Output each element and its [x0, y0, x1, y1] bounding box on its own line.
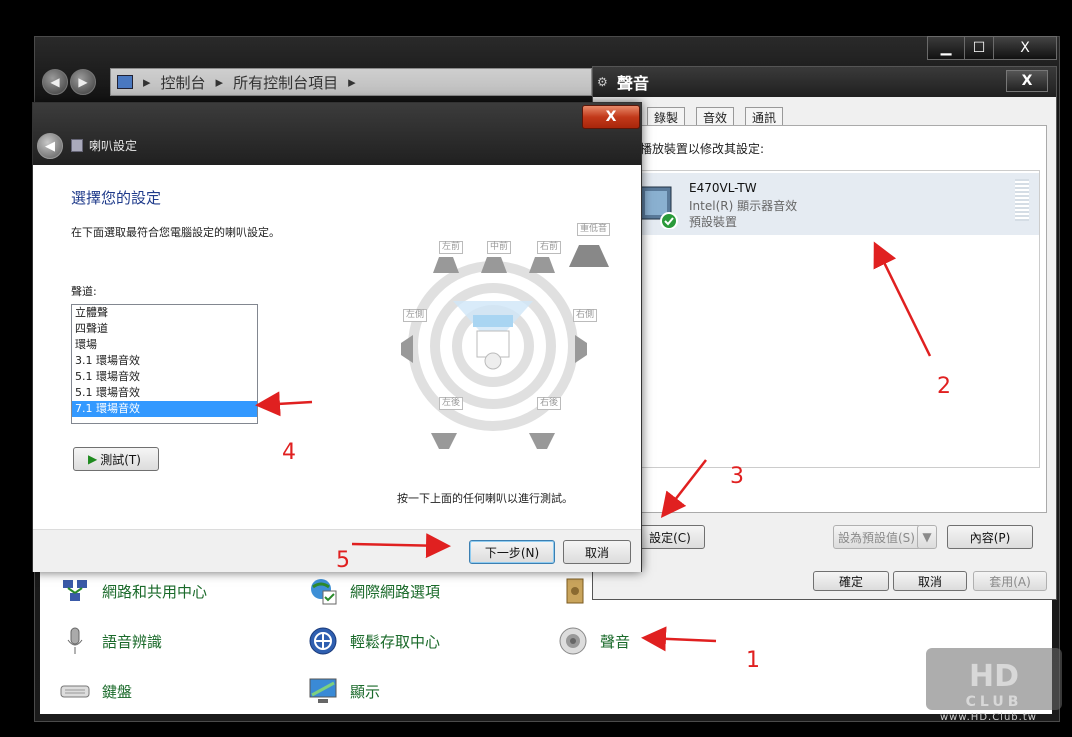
arrow-3 — [660, 459, 707, 518]
annotation-4: 4 — [282, 440, 296, 465]
logo-mark: HD — [969, 659, 1019, 694]
arrow-1 — [641, 626, 717, 652]
annotation-1: 1 — [746, 648, 760, 673]
annotation-5: 5 — [336, 548, 350, 573]
hdclub-logo: HD CLUB www.HD.Club.tw — [924, 646, 1064, 726]
arrow-2 — [873, 241, 932, 357]
arrow-4 — [255, 391, 313, 417]
annotation-2: 2 — [937, 374, 951, 399]
svg-text:CLUB: CLUB — [966, 694, 1023, 710]
arrow-5 — [351, 533, 451, 559]
annotation-arrows — [255, 241, 932, 652]
watermark-url: www.HD.Club.tw — [940, 712, 1037, 723]
annotation-3: 3 — [730, 464, 744, 489]
